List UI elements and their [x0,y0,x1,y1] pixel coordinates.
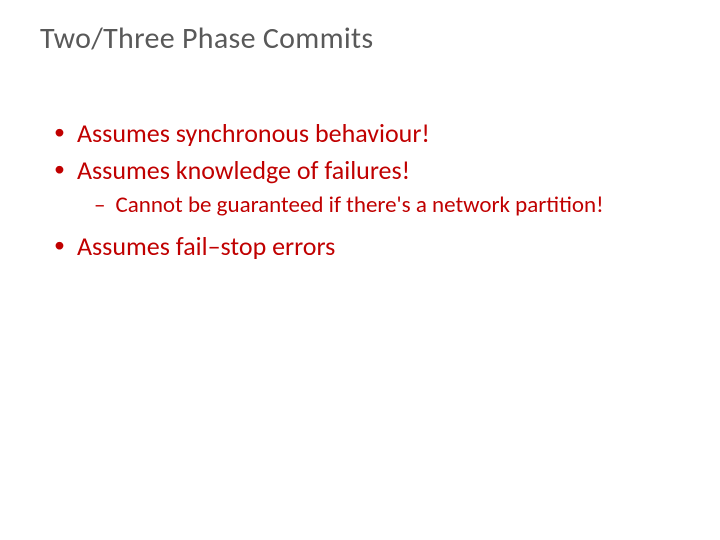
bullet-subitem: – Cannot be guaranteed if there's a netw… [94,192,680,220]
bullet-text: Assumes synchronous behaviour! [77,117,680,150]
bullet-item: • Assumes fail–stop errors [54,230,680,263]
slide-container: Two/Three Phase Commits • Assumes synchr… [0,0,720,306]
bullet-marker-l1: • [54,117,65,148]
bullet-marker-l1: • [54,154,65,185]
bullet-item: • Assumes synchronous behaviour! [54,117,680,150]
bullet-text: Assumes knowledge of failures! [77,154,680,187]
bullet-text: Assumes fail–stop errors [77,230,680,263]
bullet-marker-l2: – [94,192,105,220]
slide-title: Two/Three Phase Commits [40,20,680,57]
bullet-marker-l1: • [54,230,65,261]
slide-body: • Assumes synchronous behaviour! • Assum… [40,117,680,262]
bullet-item: • Assumes knowledge of failures! [54,154,680,187]
bullet-text: Cannot be guaranteed if there's a networ… [115,192,680,220]
